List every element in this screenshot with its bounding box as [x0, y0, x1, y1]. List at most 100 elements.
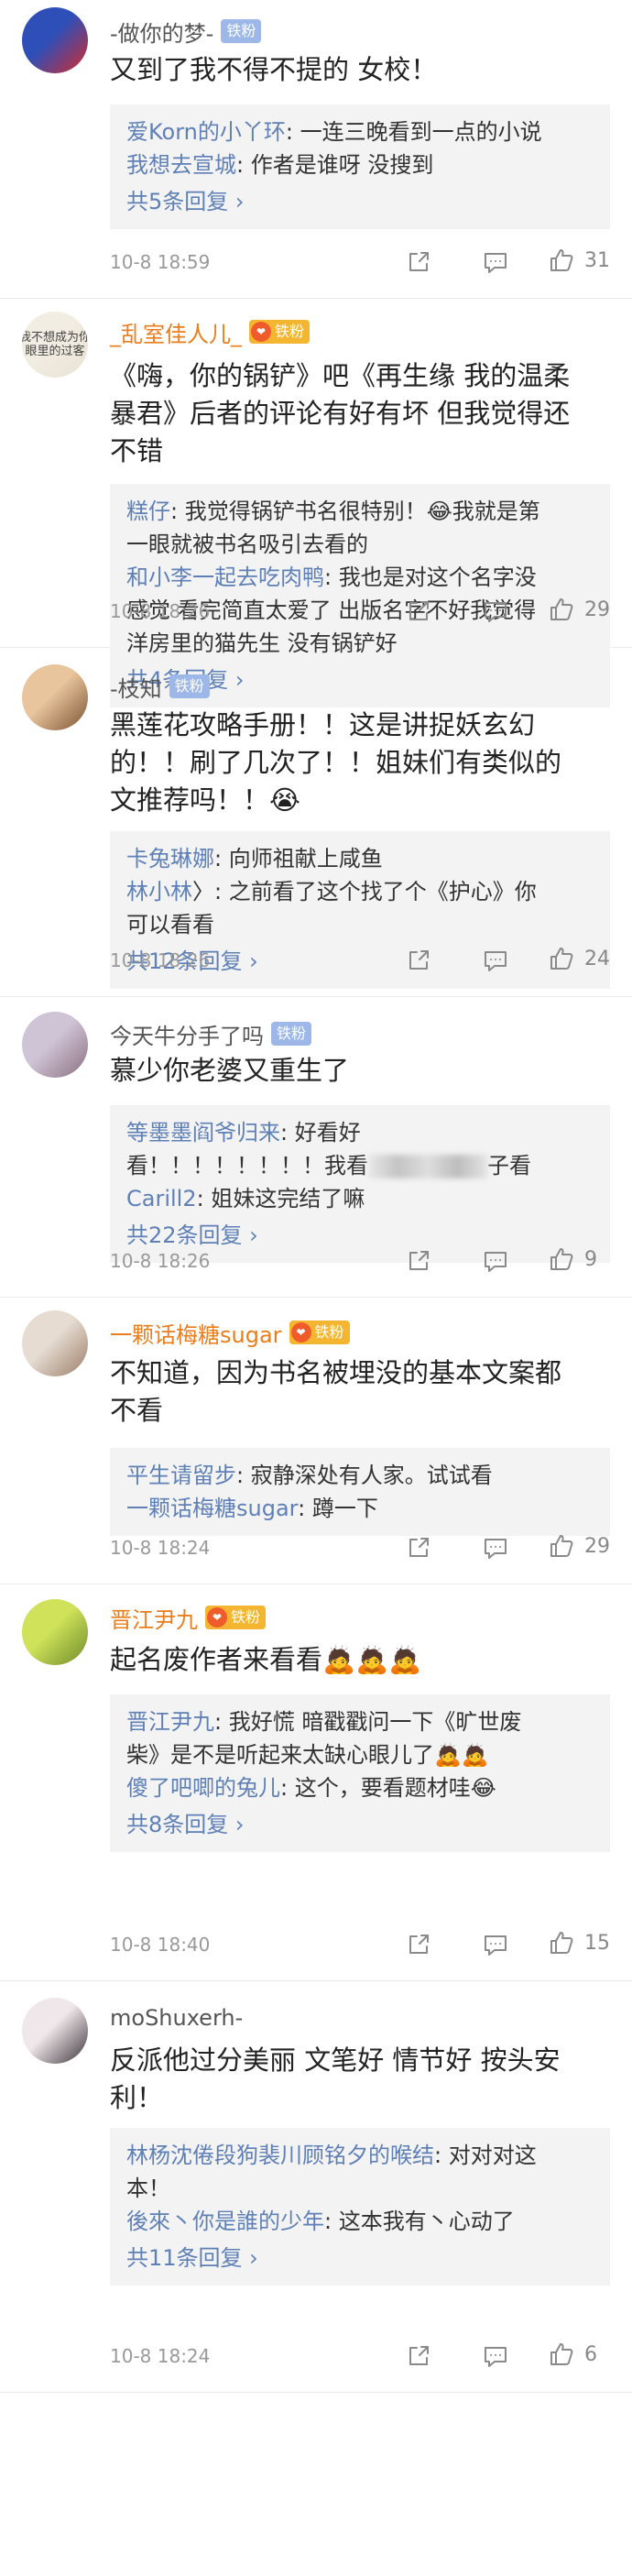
comment-text-line: 《嗨，你的锅铲》吧《再生缘 我的温柔: [110, 360, 571, 391]
comment-text-line: 慕少你老婆又重生了: [110, 1055, 350, 1086]
reply-button[interactable]: [482, 1534, 509, 1562]
avatar[interactable]: [22, 1310, 88, 1376]
like-count: 31: [584, 248, 610, 272]
username-link[interactable]: moShuxerh-: [110, 2005, 243, 2031]
reply-button[interactable]: [482, 597, 509, 625]
timestamp: 10-8 18:26: [110, 1250, 211, 1272]
like-count: 24: [584, 947, 610, 970]
like-button[interactable]: 29: [548, 1532, 610, 1560]
reply-box[interactable]: 爱Korn的小丫环: 一连三晚看到一点的小说 我想去宣城: 作者是谁呀 没搜到 共5…: [110, 104, 610, 229]
reply-username-link[interactable]: 爱Korn的小丫环: [126, 119, 286, 145]
username-link[interactable]: -枝知: [110, 671, 162, 703]
share-button[interactable]: [405, 1534, 432, 1562]
reply-box[interactable]: 林杨沈倦段狗裴川顾铭夕的喉结: 对对对这 本！ 後來丶你是誰的少年: 这本我有丶心动…: [110, 2128, 610, 2286]
share-button[interactable]: [405, 597, 432, 625]
share-icon: [409, 1538, 429, 1557]
like-button[interactable]: 15: [548, 1929, 610, 1957]
fan-badge: 铁粉: [221, 19, 262, 43]
user-line: 今天牛分手了吗 铁粉: [110, 1014, 312, 1054]
user-line: -枝知 铁粉: [110, 666, 210, 707]
reply-username-link[interactable]: 林小林: [126, 879, 192, 904]
reply-text: 子看: [487, 1153, 531, 1178]
reply-button[interactable]: [482, 2342, 509, 2370]
reply-username-link[interactable]: 和小李一起去吃肉鸭: [126, 565, 324, 590]
reply-username-link[interactable]: 我想去宣城: [126, 152, 236, 178]
more-replies-link[interactable]: 共11条回复 ›: [126, 2242, 595, 2275]
fan-badge-label: 铁粉: [174, 677, 204, 695]
share-icon: [409, 950, 429, 970]
reply-line: 一颗话梅糖sugar: 蹲一下: [126, 1492, 595, 1525]
fire-icon: ❤: [251, 322, 271, 342]
avatar[interactable]: [22, 1599, 88, 1665]
username-link[interactable]: _乱室佳人儿_: [110, 316, 242, 348]
reply-box[interactable]: 晋江尹九: 我好慌 暗戳戳问一下《旷世废 柴》是不是听起来太缺心眼儿了🙇🙇 傻了吧唧…: [110, 1694, 610, 1852]
reply-line: 傻了吧唧的兔儿: 这个，要看题材哇😂: [126, 1771, 595, 1804]
share-button[interactable]: [405, 248, 432, 276]
reply-button[interactable]: [482, 1247, 509, 1275]
avatar[interactable]: [22, 1012, 88, 1078]
thumbs-up-icon: [550, 1535, 573, 1557]
reply-username-link[interactable]: Carill2: [126, 1186, 197, 1211]
comment-body: 不知道，因为书名被埋没的基本文案都 不看: [110, 1354, 610, 1430]
reply-username-link[interactable]: 卡兔琳娜: [126, 846, 214, 871]
reply-button[interactable]: [482, 1931, 509, 1958]
reply-username-link[interactable]: 晋江尹九: [126, 1709, 214, 1735]
comment-item: -做你的梦- 铁粉又到了我不得不提的 女校！ 爱Korn的小丫环: 一连三晚看到一点…: [0, 0, 632, 299]
reply-username-link[interactable]: 後來丶你是誰的少年: [126, 2209, 324, 2234]
fire-icon: ❤: [207, 1607, 227, 1628]
fan-badge-label: 铁粉: [226, 22, 256, 39]
reply-username-link[interactable]: 林杨沈倦段狗裴川顾铭夕的喉结: [126, 2143, 434, 2168]
reply-box[interactable]: 等墨墨阎爷归来: 好看好 看！！！！！！！！我看 子看 Carill2: 姐妹这完结了…: [110, 1105, 610, 1263]
like-count: 29: [584, 597, 610, 621]
fan-badge-label: 铁粉: [275, 323, 305, 340]
reply-button[interactable]: [482, 947, 509, 974]
comment-footer: 10-8 18:26 24: [110, 945, 610, 976]
username-link[interactable]: 今天牛分手了吗: [110, 1018, 264, 1050]
like-button[interactable]: 29: [548, 596, 610, 623]
username-link[interactable]: 一颗话梅糖sugar: [110, 1317, 282, 1349]
comment-text-line: 不错: [110, 435, 164, 466]
reply-username-link[interactable]: 一颗话梅糖sugar: [126, 1496, 298, 1521]
reply-text: 一眼就被书名吸引去看的: [126, 532, 368, 557]
avatar[interactable]: 我不想成为你 眼里的过客: [22, 312, 88, 378]
reply-text: : 对对对这: [434, 2143, 537, 2168]
avatar[interactable]: [22, 7, 88, 73]
reply-text: : 作者是谁呀 没搜到: [236, 152, 434, 178]
more-replies-link[interactable]: 共8条回复 ›: [126, 1808, 595, 1841]
reply-box[interactable]: 平生请留步: 寂静深处有人家。试试看 一颗话梅糖sugar: 蹲一下: [110, 1448, 610, 1536]
more-replies-link[interactable]: 共5条回复 ›: [126, 185, 595, 218]
username-link[interactable]: -做你的梦-: [110, 16, 213, 48]
avatar[interactable]: [22, 664, 88, 730]
share-button[interactable]: [405, 2342, 432, 2370]
share-icon: [409, 601, 429, 620]
reply-line: 後來丶你是誰的少年: 这本我有丶心动了: [126, 2205, 595, 2238]
like-button[interactable]: 9: [548, 1245, 597, 1273]
reply-username-link[interactable]: 糕仔: [126, 499, 170, 524]
share-icon: [409, 1251, 429, 1270]
like-button[interactable]: 24: [548, 945, 610, 972]
share-button[interactable]: [405, 1931, 432, 1958]
share-icon: [409, 252, 429, 271]
like-button[interactable]: 6: [548, 2340, 597, 2368]
like-button[interactable]: 31: [548, 247, 610, 274]
user-line: 一颗话梅糖sugar ❤ 铁粉: [110, 1312, 350, 1353]
share-button[interactable]: [405, 947, 432, 974]
avatar-text: 我不想成为你 眼里的过客: [22, 331, 88, 358]
like-count: 29: [584, 1534, 610, 1558]
comment-icon: [485, 253, 507, 273]
username-link[interactable]: 晋江尹九: [110, 1602, 198, 1634]
reply-text: : 我也是对这个名字没: [324, 565, 537, 590]
like-count: 6: [584, 2342, 597, 2366]
comment-text-line: 的！！刷了几次了！！姐妹们有类似的: [110, 747, 562, 778]
share-button[interactable]: [405, 1247, 432, 1275]
like-count: 9: [584, 1247, 597, 1271]
reply-username-link[interactable]: 平生请留步: [126, 1463, 236, 1488]
avatar[interactable]: [22, 1998, 88, 2064]
reply-button[interactable]: [482, 248, 509, 276]
reply-line: 和小李一起去吃肉鸭: 我也是对这个名字没: [126, 561, 595, 594]
timestamp: 10-8 18:40: [110, 1934, 211, 1956]
comment-text-line: 又到了我不得不提的 女校！: [110, 54, 438, 85]
comment-icon: [485, 2347, 507, 2367]
reply-username-link[interactable]: 傻了吧唧的兔儿: [126, 1775, 280, 1801]
reply-username-link[interactable]: 等墨墨阎爷归来: [126, 1120, 280, 1145]
